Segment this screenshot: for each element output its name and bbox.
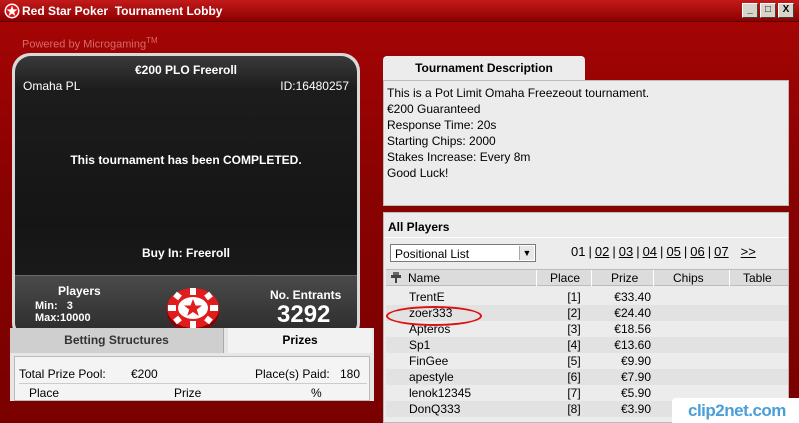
page-link-02[interactable]: 02 xyxy=(595,244,609,259)
players-max: Max:10000 xyxy=(35,312,91,324)
description-line: Good Luck! xyxy=(387,166,449,180)
col-chips[interactable]: Chips xyxy=(673,271,704,285)
prize-col-percent[interactable]: % xyxy=(311,386,322,400)
page-link-03[interactable]: 03 xyxy=(619,244,633,259)
description-line: Starting Chips: 2000 xyxy=(387,134,496,148)
clip2net-watermark: clip2net.com xyxy=(672,398,799,423)
red-star-logo-icon xyxy=(4,3,20,19)
table-row[interactable]: TrentE [1] €33.40 xyxy=(386,289,788,305)
players-title: All Players xyxy=(388,220,450,234)
description-line: €200 Guaranteed xyxy=(387,102,481,116)
prize-table-header: Place Prize % xyxy=(19,383,367,400)
tournament-description: This is a Pot Limit Omaha Freezeout tour… xyxy=(383,80,789,206)
table-row[interactable]: Sp1 [4] €13.60 xyxy=(386,337,788,353)
chevron-down-icon[interactable]: ▼ xyxy=(519,246,534,260)
table-row[interactable]: FinGee [5] €9.90 xyxy=(386,353,788,369)
tab-prizes[interactable]: Prizes xyxy=(228,328,372,353)
players-min: Min: 3 xyxy=(35,300,73,312)
highlight-circle xyxy=(386,306,482,326)
description-line: This is a Pot Limit Omaha Freezeout tour… xyxy=(387,86,650,100)
tournament-name: €200 PLO Freeroll xyxy=(134,63,238,77)
players-label: Players xyxy=(58,284,101,298)
tab-betting-structures[interactable]: Betting Structures xyxy=(10,328,224,353)
window-title: Red Star Poker Tournament Lobby xyxy=(22,4,223,18)
game-type: Omaha PL xyxy=(23,79,81,93)
next-page-link[interactable]: >> xyxy=(741,244,756,259)
list-view-select[interactable]: Positional List ▼ xyxy=(390,244,536,262)
buy-in: Buy In: Freeroll xyxy=(141,246,230,260)
page-link-01[interactable]: 01 xyxy=(571,244,585,259)
page-link-06[interactable]: 06 xyxy=(690,244,704,259)
col-prize[interactable]: Prize xyxy=(611,271,638,285)
tournament-status: This tournament has been COMPLETED. xyxy=(70,153,302,167)
col-table[interactable]: Table xyxy=(743,271,772,285)
entrants-label: No. Entrants xyxy=(270,288,342,302)
entrants-count: 3292 xyxy=(277,301,331,328)
table-row[interactable]: apestyle [6] €7.90 xyxy=(386,369,788,385)
places-paid-label: Place(s) Paid: xyxy=(255,367,330,381)
col-name[interactable]: Name xyxy=(408,271,440,285)
total-prize-value: €200 xyxy=(131,367,158,381)
page-link-05[interactable]: 05 xyxy=(666,244,680,259)
total-prize-label: Total Prize Pool: xyxy=(19,367,106,381)
prize-col-place[interactable]: Place xyxy=(29,386,59,400)
prize-col-prize[interactable]: Prize xyxy=(174,386,201,400)
lobby-main: Powered by MicrogamingTM €200 PLO Freero… xyxy=(0,22,799,423)
page-links: 01 | 02 | 03 | 04 | 05 | 06 | 07 >> xyxy=(571,244,756,259)
restore-button[interactable]: □ xyxy=(760,3,776,18)
description-line: Stakes Increase: Every 8m xyxy=(387,150,531,164)
page-link-04[interactable]: 04 xyxy=(643,244,657,259)
players-table-header: Name Place Prize Chips Table xyxy=(386,269,788,286)
tournament-card: €200 PLO Freeroll Omaha PL ID:16480257 T… xyxy=(12,53,360,341)
prize-summary: Total Prize Pool: €200 Place(s) Paid: 18… xyxy=(14,356,370,401)
title-bar: Red Star Poker Tournament Lobby _ □ X xyxy=(0,0,799,22)
col-place[interactable]: Place xyxy=(550,271,580,285)
prize-panel: Betting Structures Prizes Total Prize Po… xyxy=(10,328,374,401)
close-button[interactable]: X xyxy=(778,3,794,18)
description-line: Response Time: 20s xyxy=(387,118,497,132)
places-paid-value: 180 xyxy=(340,367,361,381)
tab-tournament-description[interactable]: Tournament Description xyxy=(383,56,585,81)
page-link-07[interactable]: 07 xyxy=(714,244,728,259)
table-seat-icon xyxy=(391,272,401,283)
minimize-button[interactable]: _ xyxy=(742,3,758,18)
list-view-value: Positional List xyxy=(395,247,470,261)
powered-by-text: Powered by MicrogamingTM xyxy=(22,36,158,51)
tournament-id: ID:16480257 xyxy=(280,79,349,93)
